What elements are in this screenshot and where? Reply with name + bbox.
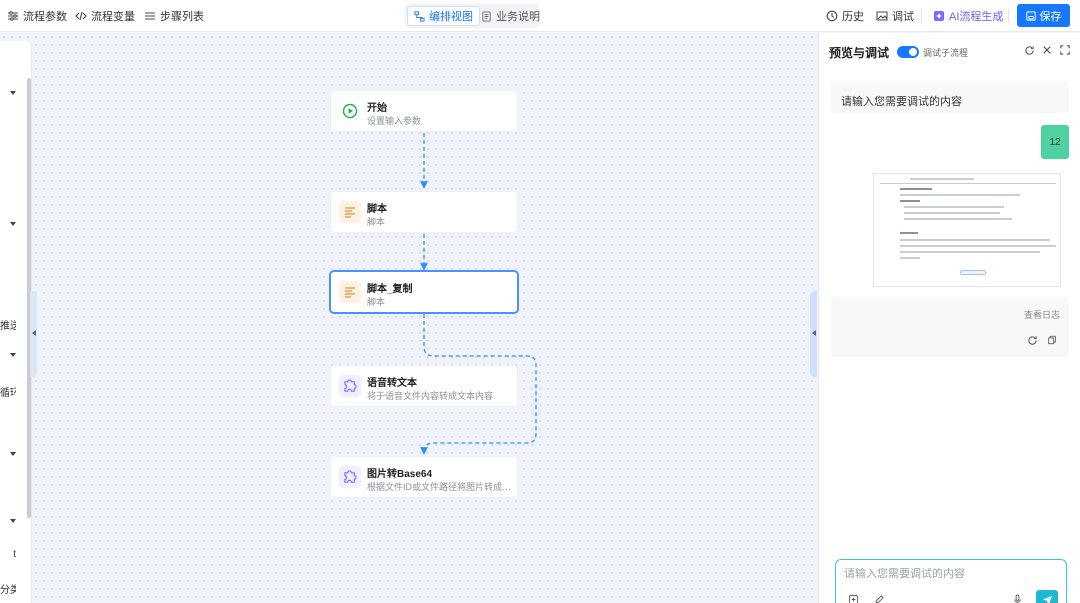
flow-node-start[interactable]: 开始 设置输入参数 xyxy=(330,90,518,132)
debug-subflow-label: 调试子流程 xyxy=(923,48,969,58)
top-toolbar: 流程参数 流程变量 步骤列表 编排视图 业务说明 历史 调试 AI流程生成 保存 xyxy=(0,0,1080,32)
script-icon xyxy=(339,201,361,223)
response-preview-image[interactable] xyxy=(873,173,1061,287)
refresh-icon[interactable] xyxy=(1023,44,1035,56)
debug-panel: 预览与调试 调试子流程 请输入您需要调试的内容 12 查看日志 xyxy=(818,33,1080,603)
add-file-icon[interactable] xyxy=(848,594,860,603)
history-button[interactable]: 历史 xyxy=(826,0,864,32)
node-title: 脚本_复制 xyxy=(367,284,413,295)
node-title: 脚本 xyxy=(367,204,387,215)
flow-icon xyxy=(414,10,425,22)
plugin-icon xyxy=(339,466,361,488)
flow-params-label: 流程参数 xyxy=(23,11,67,23)
save-label: 保存 xyxy=(1039,10,1062,23)
debug-input-box[interactable] xyxy=(835,559,1067,603)
node-title: 图片转Base64 xyxy=(367,469,433,480)
list-icon xyxy=(145,12,155,20)
flow-vars-label: 流程变量 xyxy=(91,11,135,23)
node-description: 脚本 xyxy=(367,217,386,227)
flow-canvas[interactable]: 推送 循环 t 分类 开始 设置输入参数 脚本 脚本 脚本_复制 脚本 语音转文… xyxy=(0,33,818,603)
tab-orchestration-label: 编排视图 xyxy=(429,11,473,23)
node-title: 开始 xyxy=(367,103,387,114)
debug-input[interactable] xyxy=(844,568,1044,580)
flow-node-script-copy[interactable]: 脚本_复制 脚本 xyxy=(330,271,518,313)
regenerate-icon[interactable] xyxy=(1026,334,1038,346)
save-button[interactable]: 保存 xyxy=(1017,4,1070,27)
view-log-link[interactable]: 查看日志 xyxy=(1024,308,1060,321)
system-message: 请输入您需要调试的内容 xyxy=(831,81,1069,113)
copy-icon[interactable] xyxy=(1046,334,1058,346)
node-title: 语音转文本 xyxy=(367,378,417,389)
node-description: 设置输入参数 xyxy=(367,116,422,126)
document-icon xyxy=(482,10,491,22)
image-icon xyxy=(876,11,888,21)
ai-sparkle-icon xyxy=(934,11,944,21)
toolbar-divider xyxy=(921,9,922,23)
code-icon xyxy=(75,11,87,21)
history-label: 历史 xyxy=(842,11,864,23)
flow-node-speech-to-text[interactable]: 语音转文本 将于语音文件内容转成文本内容 xyxy=(330,365,518,407)
node-description: 根据文件ID或文件路径将图片转成Ba... xyxy=(367,482,513,492)
step-list-label: 步骤列表 xyxy=(160,11,204,23)
edit-icon[interactable] xyxy=(874,594,886,603)
close-icon[interactable] xyxy=(1041,44,1053,56)
play-circle-icon xyxy=(339,100,361,122)
step-list-button[interactable]: 步骤列表 xyxy=(144,0,204,32)
ai-generate-label: AI流程生成 xyxy=(949,11,1004,23)
tab-business-desc[interactable]: 业务说明 xyxy=(475,6,546,26)
view-switcher: 编排视图 业务说明 xyxy=(405,4,540,28)
user-message-bubble: 12 xyxy=(1041,125,1069,159)
toolbar-divider xyxy=(1008,9,1009,23)
send-button[interactable] xyxy=(1036,590,1058,603)
tab-orchestration-view[interactable]: 编排视图 xyxy=(407,6,480,26)
debug-subflow-toggle[interactable] xyxy=(897,46,919,58)
system-message-text: 请输入您需要调试的内容 xyxy=(841,96,962,108)
script-icon xyxy=(339,281,361,303)
fullscreen-icon[interactable] xyxy=(1059,44,1071,56)
debug-label: 调试 xyxy=(892,11,914,23)
node-description: 将于语音文件内容转成文本内容 xyxy=(367,391,494,401)
flow-node-image-to-base64[interactable]: 图片转Base64 根据文件ID或文件路径将图片转成Ba... xyxy=(330,456,518,498)
response-card: 查看日志 xyxy=(831,297,1069,357)
node-description: 脚本 xyxy=(367,297,386,307)
plugin-icon xyxy=(339,375,361,397)
ai-generate-button[interactable]: AI流程生成 xyxy=(933,0,1003,32)
flow-vars-button[interactable]: 流程变量 xyxy=(75,0,135,32)
flow-params-button[interactable]: 流程参数 xyxy=(7,0,67,32)
clock-icon xyxy=(826,10,838,22)
tab-business-label: 业务说明 xyxy=(496,11,540,23)
send-icon xyxy=(1042,595,1052,603)
debug-button[interactable]: 调试 xyxy=(876,0,914,32)
microphone-icon[interactable] xyxy=(1012,594,1024,603)
debug-panel-title: 预览与调试 xyxy=(829,46,890,60)
sliders-icon xyxy=(8,11,18,21)
flow-node-script[interactable]: 脚本 脚本 xyxy=(330,191,518,233)
save-icon xyxy=(1025,10,1036,21)
